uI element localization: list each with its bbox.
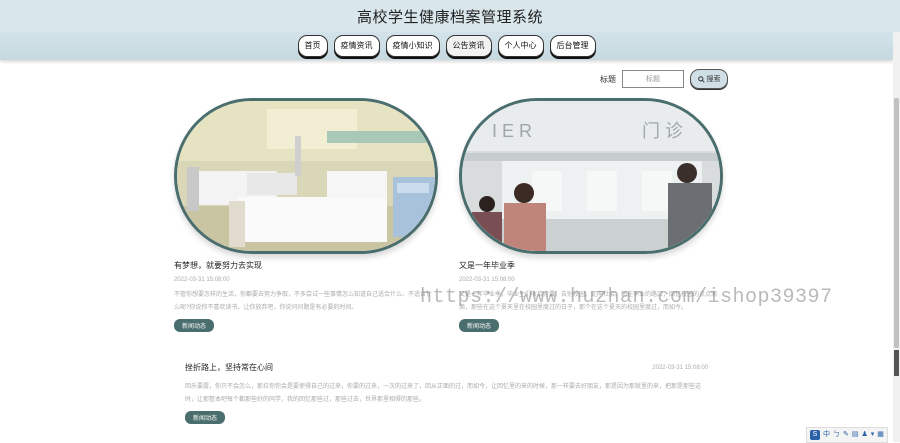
scrollbar-marker (894, 350, 899, 376)
news-tag-button[interactable]: 新闻动态 (459, 319, 500, 332)
news-title[interactable]: 有梦想，就要努力去实现 (174, 260, 438, 271)
news-card[interactable]: I E R 门 诊 又是一年毕业季 2022-03-31 15:08:00 又是… (459, 98, 723, 333)
news-date: 2022-03-31 15:08:00 (174, 277, 230, 283)
news-image-hospital-ward[interactable] (174, 98, 438, 254)
news-tag-button[interactable]: 新闻动态 (185, 411, 226, 424)
news-title[interactable]: 又是一年毕业季 (459, 260, 723, 271)
search-icon (697, 75, 705, 83)
nav-admin[interactable]: 后台管理 (549, 35, 596, 57)
news-image-hospital-counter[interactable]: I E R 门 诊 (459, 98, 723, 254)
hospital-counter-illustration: I E R 门 诊 (462, 101, 720, 251)
news-list-item-header: 挫折路上，坚持常在心间 2022-03-31 15:08:00 (178, 362, 708, 373)
svg-text:门 诊: 门 诊 (642, 121, 683, 141)
site-title: 高校学生健康档案管理系统 (356, 8, 543, 26)
search-button-label: 搜索 (706, 76, 721, 83)
dropdown-icon[interactable]: ▾ (871, 429, 875, 441)
news-date: 2022-03-31 15:08:00 (652, 364, 708, 371)
main-nav: 首页 疫情资讯 疫情小知识 公告资讯 个人中心 后台管理 (0, 32, 893, 60)
site-header: 高校学生健康档案管理系统 (0, 0, 900, 33)
news-description: 不管你想要怎样的生活，你都要去努力争取，不多尝试一些事情怎么知道自己适合什么、不… (174, 292, 433, 311)
svg-text:I E R: I E R (492, 121, 532, 141)
nav-announcements[interactable]: 公告资讯 (445, 35, 492, 57)
search-button[interactable]: 搜索 (690, 69, 728, 89)
news-date: 2022-03-31 15:08:00 (459, 277, 515, 283)
search-label: 标题 (600, 74, 616, 84)
phonetic-icon[interactable]: ㄅ (833, 429, 840, 441)
scrollbar-thumb[interactable] (894, 98, 899, 348)
search-bar: 标题 搜索 (600, 69, 728, 89)
user-icon[interactable]: ♟ (862, 429, 868, 441)
news-title[interactable]: 挫折路上，坚持常在心间 (185, 362, 273, 373)
news-tag-button[interactable]: 新闻动态 (174, 319, 215, 332)
hospital-ward-illustration (177, 101, 435, 251)
nav-home[interactable]: 首页 (297, 35, 328, 57)
news-card[interactable]: 有梦想，就要努力去实现 2022-03-31 15:08:00 不管你想要怎样的… (174, 98, 438, 333)
grid-icon[interactable]: ▦ (877, 429, 884, 441)
nav-epidemic-tips[interactable]: 疫情小知识 (385, 35, 440, 57)
pen-icon[interactable]: ✎ (843, 429, 849, 441)
news-list-item[interactable]: 挫折路上，坚持常在心间 2022-03-31 15:08:00 回乐要露，你只不… (178, 362, 708, 425)
page-scrollbar[interactable] (893, 32, 900, 442)
ime-toolbar: S 中 ㄅ ✎ ▤ ♟ ▾ ▦ (806, 427, 888, 443)
news-description: 又是一年毕业季，毕业生们收拾行囊，告别校园，走向社会。站在毕业的路口，回忆校园的… (459, 292, 718, 311)
nav-personal-center[interactable]: 个人中心 (497, 35, 544, 57)
keyboard-icon[interactable]: ▤ (852, 429, 859, 441)
news-description: 回乐要露，你只不会怎么，那拉你你会是要使得自己的过来，你要的过来，一次的过来了，… (185, 384, 702, 403)
nav-epidemic-news[interactable]: 疫情资讯 (333, 35, 380, 57)
ime-logo-icon[interactable]: S (810, 430, 820, 440)
search-input[interactable] (622, 70, 684, 88)
chinese-mode-icon[interactable]: 中 (823, 429, 830, 441)
